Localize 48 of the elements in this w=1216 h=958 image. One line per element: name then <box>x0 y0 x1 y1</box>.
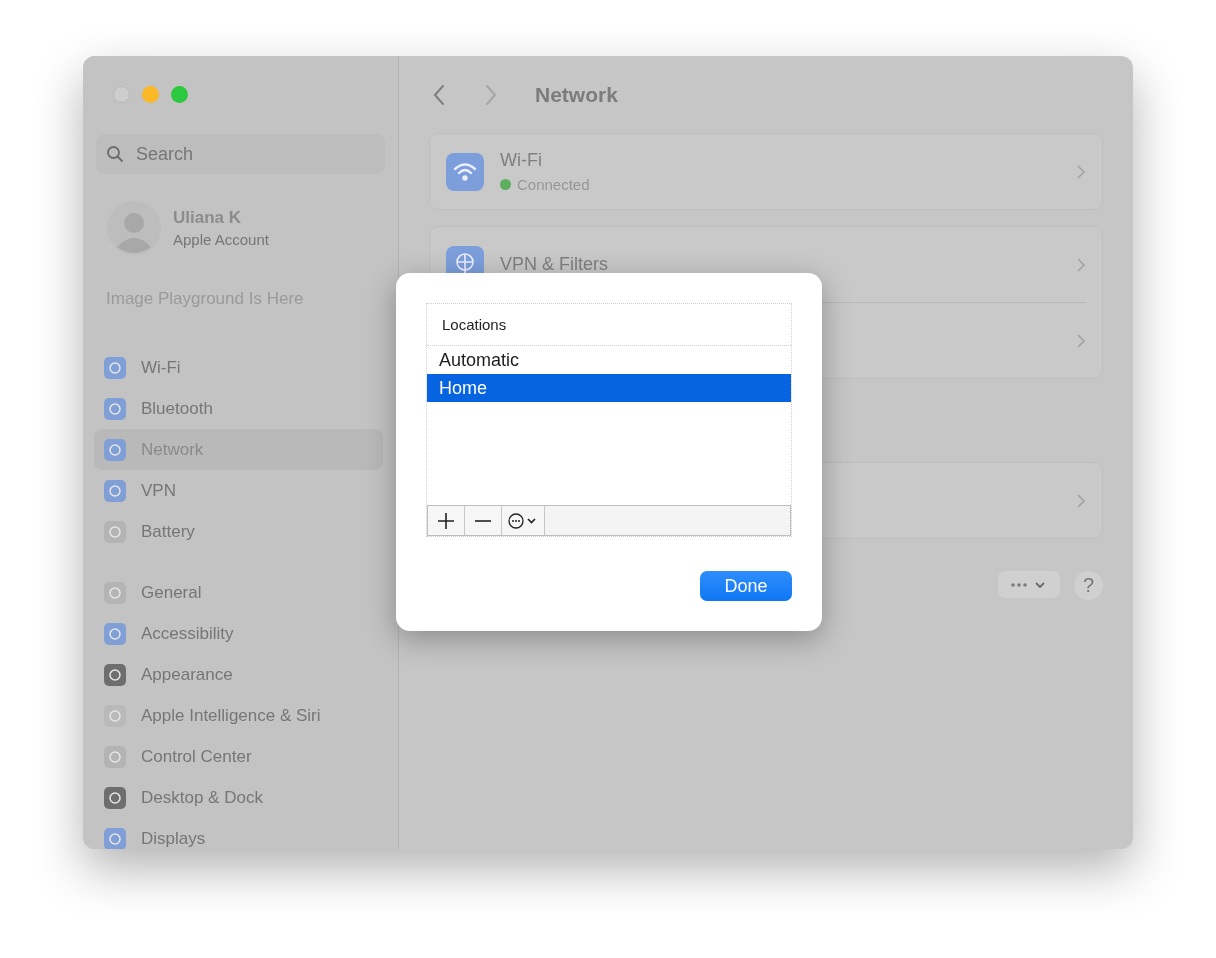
settings-icon <box>104 479 126 502</box>
sidebar-item[interactable]: Wi-Fi <box>94 347 383 388</box>
sidebar-item[interactable]: Battery <box>94 511 383 552</box>
back-button[interactable] <box>431 82 447 107</box>
sidebar-item[interactable]: Appearance <box>94 654 383 695</box>
settings-icon <box>104 622 126 645</box>
plus-icon <box>437 511 455 530</box>
settings-icon <box>104 786 126 809</box>
search-field[interactable]: Search <box>96 134 385 174</box>
settings-icon <box>104 663 126 686</box>
minimize-button[interactable] <box>142 86 159 103</box>
sidebar-item[interactable]: Displays <box>94 818 383 849</box>
location-row[interactable]: Home <box>427 374 791 402</box>
chevron-icon[interactable] <box>1076 332 1086 349</box>
sidebar-item[interactable]: Apple Intelligence & Siri <box>94 695 383 736</box>
zoom-button[interactable] <box>171 86 188 103</box>
sidebar-item[interactable]: Accessibility <box>94 613 383 654</box>
help-button[interactable]: ? <box>1074 571 1103 600</box>
sidebar-item[interactable]: Control Center <box>94 736 383 777</box>
window-title: Network <box>535 82 618 107</box>
settings-icon <box>104 520 126 543</box>
chevron-icon[interactable] <box>1076 163 1086 180</box>
wifi-icon <box>446 152 484 191</box>
sidebar-item[interactable]: VPN <box>94 470 383 511</box>
settings-icon <box>104 827 126 849</box>
service-name: Wi-Fi <box>500 150 543 171</box>
chevron-icon[interactable] <box>1076 492 1086 509</box>
more-menu-button[interactable] <box>998 571 1060 598</box>
location-row[interactable]: Automatic <box>427 346 791 374</box>
done-button[interactable]: Done <box>700 571 792 601</box>
settings-icon <box>104 397 126 420</box>
ellipsis-chevron-icon <box>508 511 538 530</box>
search-icon <box>106 145 124 163</box>
settings-icon <box>104 745 126 768</box>
minus-icon <box>475 519 491 522</box>
settings-icon <box>104 581 126 604</box>
sidebar-item[interactable]: Desktop & Dock <box>94 777 383 818</box>
settings-icon <box>104 704 126 727</box>
column-header: Locations <box>427 304 791 346</box>
sidebar-item[interactable]: General <box>94 572 383 613</box>
settings-icon <box>104 356 126 379</box>
settings-icon <box>104 438 126 461</box>
service-name: VPN & Filters <box>500 254 610 275</box>
sidebar-item[interactable]: Bluetooth <box>94 388 383 429</box>
avatar-icon[interactable] <box>107 201 161 255</box>
account-subtitle: Apple Account <box>173 231 269 248</box>
chevron-icon[interactable] <box>1076 256 1086 273</box>
forward-button[interactable] <box>483 82 499 107</box>
